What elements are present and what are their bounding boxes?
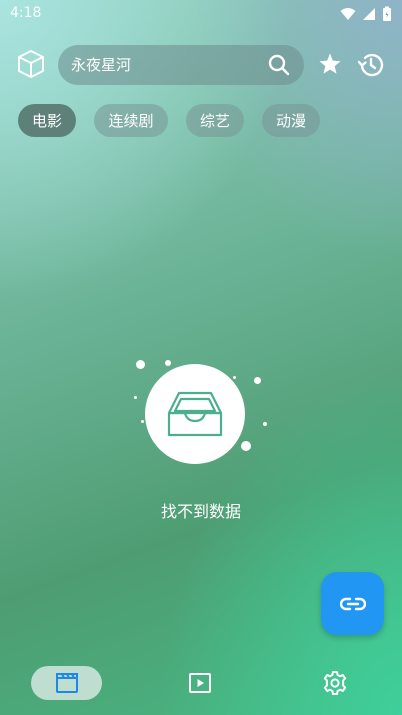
gear-icon[interactable] (322, 670, 348, 696)
search-input[interactable] (71, 55, 261, 75)
decor-dot (241, 441, 251, 451)
empty-illustration (145, 364, 245, 464)
category-chips: 电影 连续剧 综艺 动漫 (18, 104, 320, 137)
cube-icon (18, 50, 44, 78)
status-bar: 4:18 (0, 0, 402, 28)
cell-signal-icon (363, 8, 375, 20)
play-icon[interactable] (188, 671, 212, 695)
empty-message: 找不到数据 (160, 502, 241, 521)
chip-variety[interactable]: 综艺 (186, 104, 244, 137)
wifi-icon (340, 8, 356, 20)
chip-anime[interactable]: 动漫 (262, 104, 320, 137)
decor-dot (141, 420, 144, 423)
history-icon[interactable] (357, 51, 385, 79)
decor-dot (233, 376, 236, 379)
link-icon (339, 597, 366, 610)
clapperboard-icon (55, 673, 78, 693)
chip-movies[interactable]: 电影 (18, 104, 76, 137)
link-fab[interactable] (321, 572, 384, 635)
status-icons (340, 6, 392, 22)
decor-dot (136, 360, 145, 369)
battery-icon (383, 6, 391, 21)
cube-button[interactable] (15, 47, 47, 81)
decor-dot (165, 360, 171, 366)
inbox-tray-icon (167, 391, 223, 437)
star-icon[interactable] (318, 52, 342, 76)
decor-dot (254, 377, 261, 384)
status-time: 4:18 (10, 5, 42, 21)
nav-home[interactable] (31, 666, 102, 700)
chip-series[interactable]: 连续剧 (94, 104, 168, 137)
decor-dot (134, 396, 137, 399)
search-icon[interactable] (268, 54, 290, 76)
search-bar[interactable] (58, 45, 304, 85)
decor-dot (263, 422, 267, 426)
